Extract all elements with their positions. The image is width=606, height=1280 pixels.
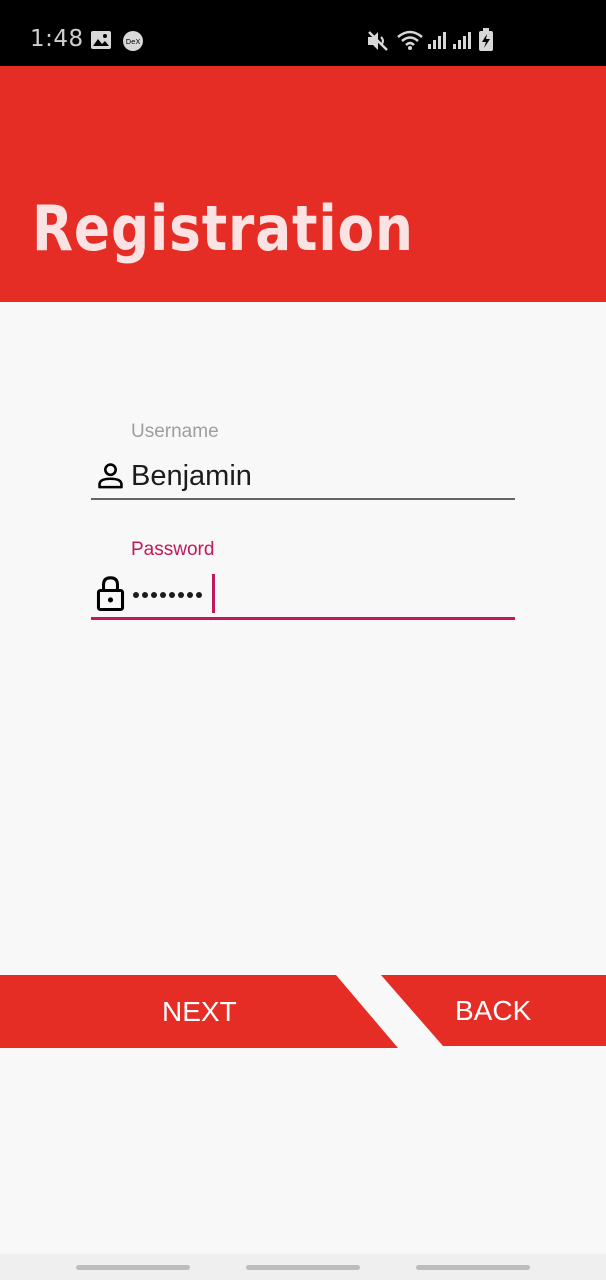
status-time: 1:48 — [30, 26, 84, 52]
nav-recents-button[interactable] — [76, 1265, 190, 1270]
password-dot — [133, 592, 139, 598]
password-dot — [187, 592, 193, 598]
wifi-icon — [396, 28, 424, 52]
navigation-bar — [0, 1254, 606, 1280]
gallery-icon — [90, 30, 112, 50]
signal-icon — [452, 30, 472, 50]
password-label: Password — [131, 539, 215, 560]
username-underline — [91, 498, 515, 500]
password-dot — [160, 592, 166, 598]
username-label: Username — [131, 421, 219, 442]
person-icon — [95, 460, 126, 496]
password-underline — [91, 617, 515, 620]
next-button-label[interactable]: NEXT — [162, 996, 237, 1028]
back-button-label[interactable]: BACK — [455, 995, 531, 1027]
battery-charging-icon — [478, 28, 494, 52]
username-input[interactable]: Benjamin — [131, 460, 252, 493]
lock-icon — [95, 574, 126, 617]
nav-home-button[interactable] — [246, 1265, 360, 1270]
password-dot — [142, 592, 148, 598]
password-dot — [169, 592, 175, 598]
mute-icon — [366, 29, 390, 53]
password-dot — [178, 592, 184, 598]
nav-back-button[interactable] — [416, 1265, 530, 1270]
text-cursor — [212, 574, 215, 613]
page-title: Registration — [32, 192, 414, 265]
status-bar: 1:48 DeX — [0, 0, 606, 66]
password-input[interactable] — [133, 590, 202, 600]
registration-header — [0, 66, 606, 302]
signal-icon — [427, 30, 447, 50]
dex-icon: DeX — [122, 30, 144, 52]
password-dot — [196, 592, 202, 598]
svg-text:DeX: DeX — [126, 38, 141, 46]
password-dot — [151, 592, 157, 598]
